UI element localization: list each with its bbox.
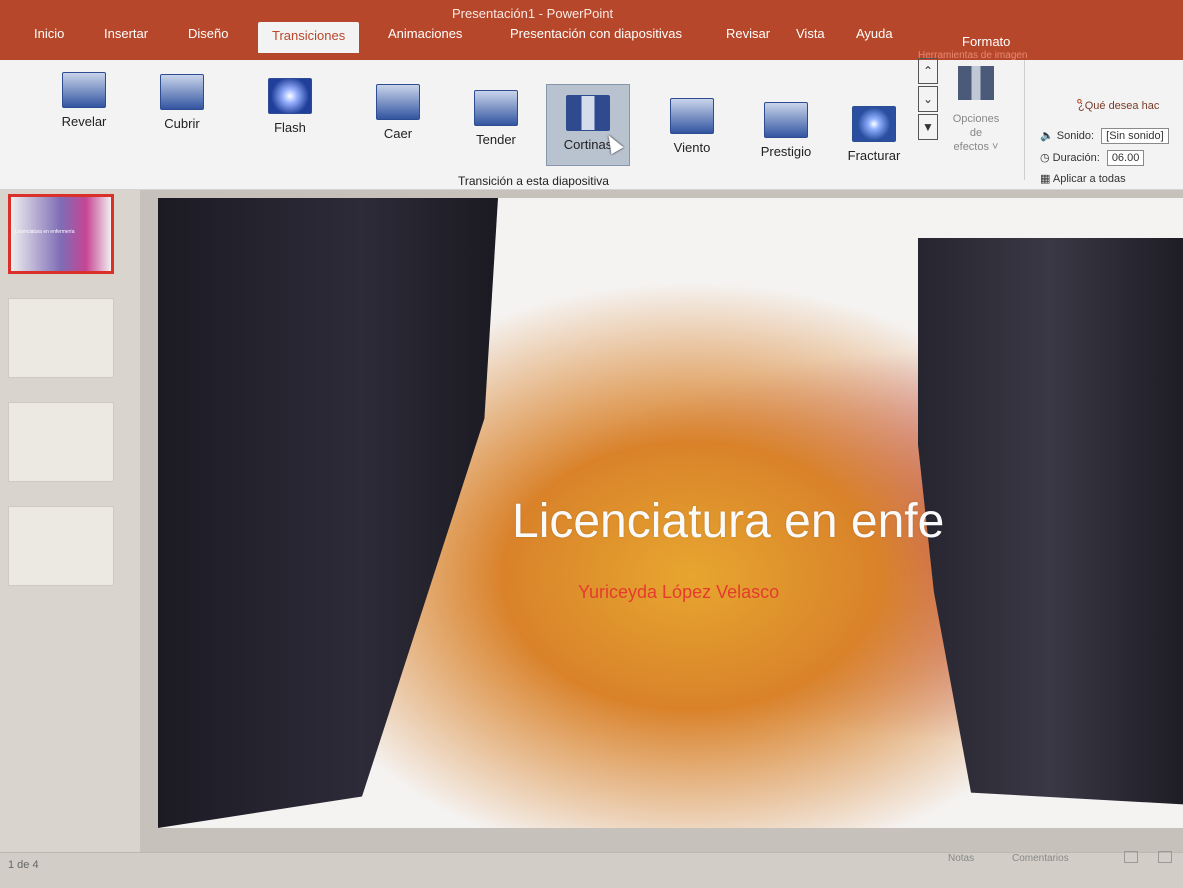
tab-vista[interactable]: Vista [796,26,825,41]
transition-label: Prestigio [760,144,812,159]
transition-label: Tender [476,132,516,147]
tab-revisar[interactable]: Revisar [726,26,770,41]
transition-tender[interactable]: Tender [454,80,538,162]
sound-dropdown[interactable]: [Sin sonido] [1101,128,1169,144]
transition-label: Fracturar [847,148,901,163]
duration-label: Duración: [1052,152,1100,164]
sound-label: Sonido: [1056,130,1095,142]
tab-formato[interactable]: Formato [962,34,1010,49]
slide-counter: 1 de 4 [8,859,39,871]
slide-title[interactable]: Licenciatura en enfe [512,494,944,549]
slide-subtitle[interactable]: Yuriceyda López Velasco [578,582,779,603]
gallery-more-icon[interactable]: ▼ [918,114,938,140]
tab-animaciones[interactable]: Animaciones [388,26,462,41]
effect-options-label-1: Opciones de [952,113,1000,139]
status-bar: 1 de 4 Notas Comentarios [0,851,1183,888]
gallery-scroll[interactable]: ⌃ ⌄ ▼ [918,58,940,182]
transition-cortinas[interactable]: Cortinas [546,84,630,166]
notes-button[interactable]: Notas [948,853,974,864]
slide-thumbnail-4[interactable] [8,506,114,586]
sound-row: 🔈 Sonido: [Sin sonido] [1040,128,1169,144]
transition-revelar[interactable]: Revelar [42,62,126,144]
ribbon-divider [1024,60,1025,180]
wind-icon [670,98,714,134]
transition-prestigio[interactable]: Prestigio [744,92,828,174]
reveal-icon [62,72,106,108]
transition-group-label: Transición a esta diapositiva [458,174,609,188]
tab-insertar[interactable]: Insertar [104,26,148,41]
transition-fracturar[interactable]: Fracturar [832,96,916,178]
duration-row: ◷ Duración: 06.00 [1040,150,1145,166]
tab-transiciones[interactable]: Transiciones [258,22,360,53]
window-title: Presentación1 - PowerPoint [452,6,614,21]
transition-cubrir[interactable]: Cubrir [140,64,224,146]
transition-label: Caer [383,126,413,141]
apply-all-label: Aplicar a todas [1052,173,1126,185]
duration-stepper[interactable]: 06.00 [1106,150,1145,166]
transition-flash[interactable]: Flash [248,68,332,150]
curtains-icon [566,95,610,131]
apply-all-button[interactable]: ▦ Aplicar a todas [1040,172,1126,185]
sorter-view-icon[interactable] [1158,851,1172,863]
comments-button[interactable]: Comentarios [1012,853,1069,864]
transition-label: Cubrir [164,116,200,131]
transition-label: Revelar [61,114,107,129]
slide-thumbnail-1[interactable]: Licenciatura en enfermería [8,194,114,274]
fracture-icon [852,106,896,142]
drape-icon [474,90,518,126]
title-bar: Presentación1 - PowerPoint Inicio Insert… [0,0,1183,61]
prestige-icon [764,102,808,138]
clock-icon: ◷ [1040,152,1050,164]
tell-me-search[interactable]: ¿Qué desea hac [1078,100,1159,112]
tab-ayuda[interactable]: Ayuda [856,26,893,41]
slide-canvas[interactable]: Licenciatura en enfe Yuriceyda López Vel… [158,198,1183,828]
transition-caer[interactable]: Caer [356,74,440,156]
transition-viento[interactable]: Viento [650,88,734,170]
chevron-down-icon[interactable]: ⌄ [918,86,938,112]
effect-options-button[interactable]: Opciones de efectos ˅ [946,58,1006,154]
slide-thumbnails-panel[interactable]: Licenciatura en enfermería [0,190,140,852]
apply-all-icon: ▦ [1040,173,1051,185]
transition-label: Viento [673,140,711,155]
chevron-up-icon[interactable]: ⌃ [918,58,938,84]
normal-view-icon[interactable] [1124,851,1138,863]
slide-thumbnail-2[interactable] [8,298,114,378]
curtain-right [918,238,1183,805]
cover-icon [160,74,204,110]
effect-options-icon [958,66,994,100]
sound-icon: 🔈 [1040,130,1054,142]
transition-label: Flash [274,120,306,135]
curtain-left [158,198,498,828]
flash-icon [268,78,312,114]
effect-options-label-2: efectos ˅ [953,141,999,153]
tab-diseno[interactable]: Diseño [188,26,228,41]
fall-icon [376,84,420,120]
slide-thumbnail-3[interactable] [8,402,114,482]
tab-inicio[interactable]: Inicio [34,26,64,41]
thumbnail-title: Licenciatura en enfermería [15,229,75,235]
tab-presentacion[interactable]: Presentación con diapositivas [510,26,682,41]
